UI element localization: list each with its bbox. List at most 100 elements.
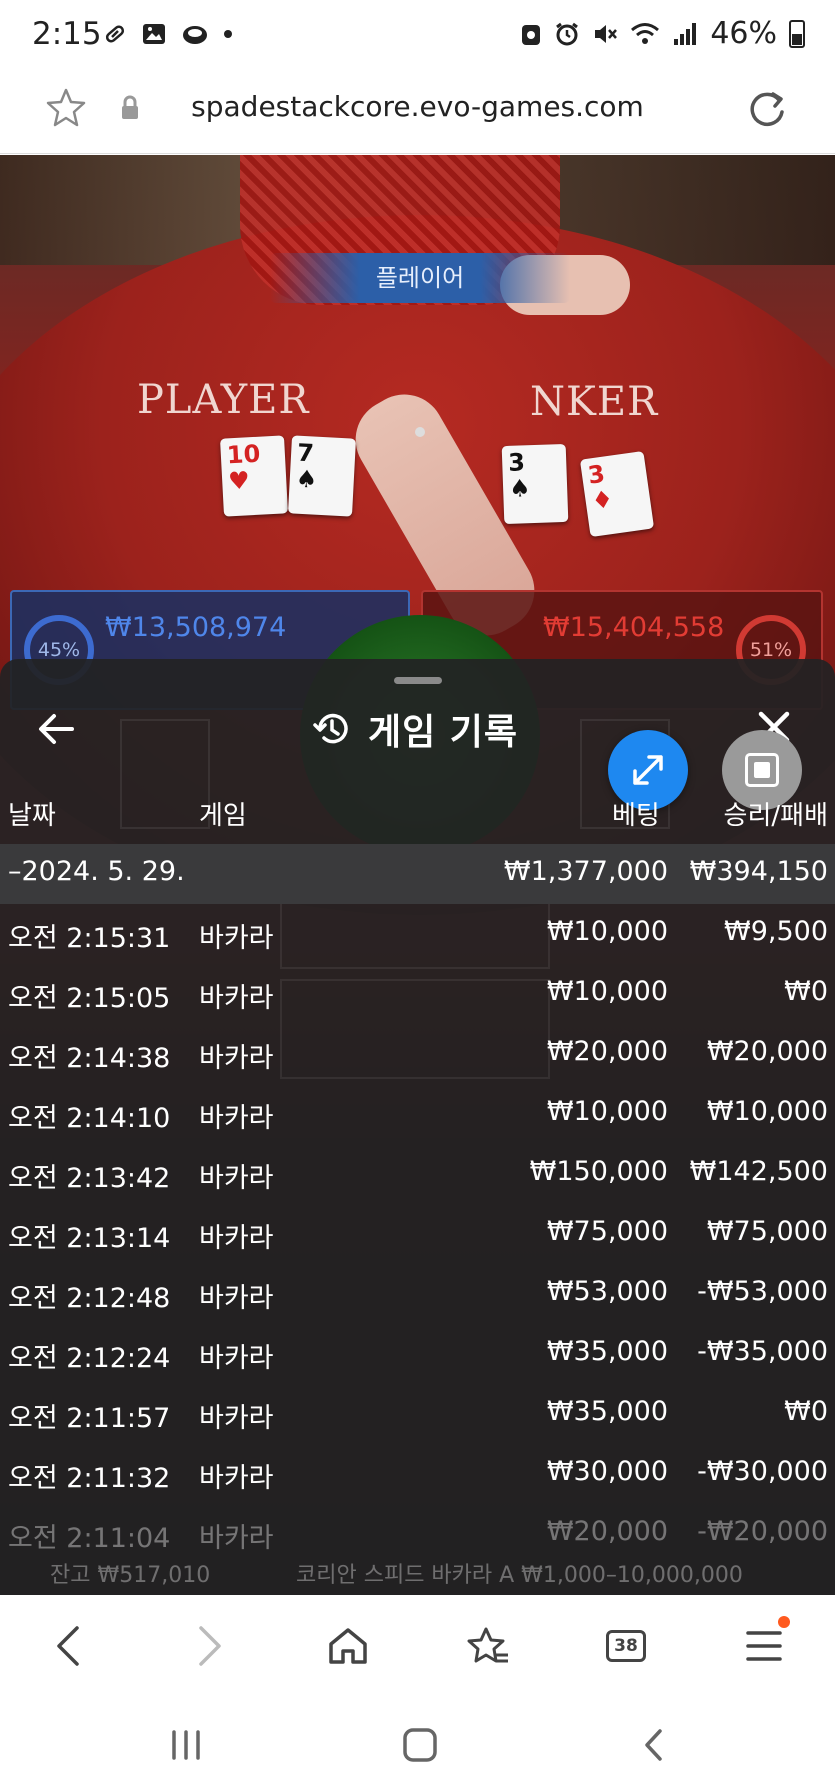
date-group-total-bet: ₩1,377,000 — [503, 856, 668, 887]
sheet-title: 게임 기록 — [312, 703, 518, 755]
history-icon — [313, 713, 348, 744]
window-icon — [745, 753, 779, 787]
row-game: 바카라 — [199, 923, 274, 954]
banker-card-2: 3 ♦ — [579, 450, 655, 538]
home-button[interactable] — [320, 1618, 376, 1674]
menu-button[interactable] — [736, 1616, 792, 1674]
row-game: 바카라 — [199, 1283, 274, 1314]
pill-icon — [105, 25, 125, 43]
reload-icon[interactable] — [745, 88, 789, 132]
battery-icon — [789, 19, 805, 48]
row-game: 바카라 — [199, 1043, 274, 1074]
row-result: ₩75,000 — [706, 1216, 828, 1247]
table-info-bar: 잔고 ₩517,010 코리안 스피드 바카라 A ₩1,000–10,000,… — [0, 1547, 835, 1595]
chevron-right-icon — [199, 1626, 221, 1666]
row-game: 바카라 — [199, 1223, 274, 1254]
row-result: ₩10,000 — [706, 1096, 828, 1127]
header-date: 날짜 — [8, 801, 56, 831]
system-indicators: 46% — [520, 16, 805, 51]
date-group-row[interactable]: –2024. 5. 29. ₩1,377,000 ₩394,150 — [0, 844, 835, 904]
row-game: 바카라 — [199, 983, 274, 1014]
row-time: 오전 2:15:31 — [8, 923, 171, 954]
row-bet: ₩30,000 — [546, 1456, 668, 1487]
history-row[interactable]: 오전 2:15:31 바카라 ₩10,000 ₩9,500 — [0, 904, 835, 964]
row-result: -₩35,000 — [697, 1336, 828, 1367]
row-bet: ₩10,000 — [546, 1096, 668, 1127]
history-row[interactable]: 오전 2:11:57 바카라 ₩35,000 ₩0 — [0, 1384, 835, 1444]
system-back-button[interactable] — [624, 1720, 684, 1770]
history-row[interactable]: 오전 2:12:48 바카라 ₩53,000 -₩53,000 — [0, 1264, 835, 1324]
row-bet: ₩35,000 — [546, 1396, 668, 1427]
row-time: 오전 2:11:57 — [8, 1403, 171, 1434]
player-indicator: 플레이어 — [270, 253, 570, 303]
notification-icons — [103, 22, 233, 46]
forward-button[interactable] — [182, 1618, 238, 1674]
banker-card-1: 3 ♠ — [501, 443, 569, 525]
row-time: 오전 2:13:14 — [8, 1223, 171, 1254]
recents-button[interactable] — [156, 1720, 216, 1770]
hamburger-menu-icon — [746, 1631, 782, 1661]
wifi-icon — [631, 22, 660, 44]
row-game: 바카라 — [199, 1403, 274, 1434]
status-time: 2:15 — [32, 16, 102, 52]
row-result: ₩9,500 — [724, 916, 828, 947]
star-list-icon — [467, 1627, 508, 1663]
bookmarks-button[interactable] — [460, 1618, 516, 1674]
row-game: 바카라 — [199, 1343, 274, 1374]
table-name-text: 코리안 스피드 바카라 A ₩1,000–10,000,000 — [296, 1563, 743, 1588]
lock-cloud-icon — [522, 24, 541, 45]
signal-icon — [674, 22, 697, 45]
history-row[interactable]: 오전 2:11:32 바카라 ₩30,000 -₩30,000 — [0, 1444, 835, 1504]
row-time: 오전 2:14:10 — [8, 1103, 171, 1134]
row-time: 오전 2:12:24 — [8, 1343, 171, 1374]
history-row[interactable]: 오전 2:12:24 바카라 ₩35,000 -₩35,000 — [0, 1324, 835, 1384]
row-bet: ₩10,000 — [546, 976, 668, 1007]
player-card-1: 10 ♥ — [220, 435, 288, 517]
ghost-card — [120, 719, 210, 829]
history-row[interactable]: 오전 2:14:10 바카라 ₩10,000 ₩10,000 — [0, 1084, 835, 1144]
status-bar: 2:15 46% — [0, 0, 835, 72]
row-bet: ₩20,000 — [546, 1036, 668, 1067]
player-total-amount: ₩13,508,974 — [105, 612, 287, 643]
row-time: 오전 2:13:42 — [8, 1163, 171, 1194]
header-bet: 베팅 — [612, 801, 660, 831]
row-bet: ₩75,000 — [546, 1216, 668, 1247]
header-result: 승리/패배 — [723, 801, 828, 831]
row-time: 오전 2:12:48 — [8, 1283, 171, 1314]
banker-total-amount: ₩15,404,558 — [543, 612, 725, 643]
url-text[interactable]: spadestackcore.evo-games.com — [0, 90, 835, 123]
tabs-button[interactable]: 38 — [598, 1618, 654, 1674]
player-label: PLAYER — [137, 377, 310, 423]
player-card-2: 7 ♠ — [288, 435, 356, 517]
tab-count: 38 — [606, 1630, 646, 1662]
recents-icon — [172, 1730, 200, 1760]
back-chevron-icon — [645, 1729, 662, 1761]
image-icon — [143, 24, 165, 44]
row-bet: ₩53,000 — [546, 1276, 668, 1307]
back-arrow-icon[interactable] — [36, 711, 76, 747]
history-row[interactable]: 오전 2:13:42 바카라 ₩150,000 ₩142,500 — [0, 1144, 835, 1204]
back-button[interactable] — [40, 1618, 96, 1674]
sheet-drag-handle[interactable] — [394, 677, 442, 684]
history-row[interactable]: 오전 2:15:05 바카라 ₩10,000 ₩0 — [0, 964, 835, 1024]
row-game: 바카라 — [199, 1103, 274, 1134]
row-time: 오전 2:14:38 — [8, 1043, 171, 1074]
row-bet: ₩35,000 — [546, 1336, 668, 1367]
date-group-total-result: ₩394,150 — [689, 856, 828, 887]
battery-percent: 46% — [710, 16, 777, 51]
expand-icon — [633, 755, 663, 785]
history-row[interactable]: 오전 2:14:38 바카라 ₩20,000 ₩20,000 — [0, 1024, 835, 1084]
browser-toolbar: 38 — [0, 1596, 835, 1696]
history-row[interactable]: 오전 2:13:14 바카라 ₩75,000 ₩75,000 — [0, 1204, 835, 1264]
alarm-icon — [556, 22, 579, 45]
notification-dot — [778, 1616, 790, 1628]
balance-text: 잔고 ₩517,010 — [50, 1563, 211, 1588]
row-game: 바카라 — [199, 1163, 274, 1194]
row-bet: ₩150,000 — [529, 1156, 668, 1187]
chevron-left-icon — [57, 1626, 79, 1666]
banker-label: NKER — [530, 379, 659, 425]
cloud-icon — [183, 26, 207, 44]
table-dot — [415, 427, 425, 437]
home-square-icon — [403, 1728, 437, 1762]
system-home-button[interactable] — [390, 1720, 450, 1770]
